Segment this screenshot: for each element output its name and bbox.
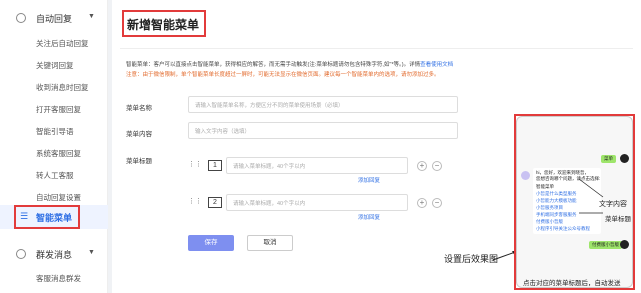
remove-row-button[interactable]: − bbox=[432, 198, 442, 208]
menu-content-label: 菜单内容 bbox=[126, 131, 152, 138]
sidebar-item[interactable]: 关注后自动回复 bbox=[36, 38, 89, 49]
auto-reply-icon bbox=[16, 13, 26, 23]
demo-caption: 设置后效果图 bbox=[444, 254, 499, 264]
main-panel: 新增智能菜单 智能菜单：客户可以直接点击智能菜单，获得相应的解答，而无需手动触发… bbox=[112, 0, 641, 293]
sidebar-item[interactable]: 打开客服回复 bbox=[36, 104, 81, 115]
menu-title-input[interactable]: 请输入菜单标题，40个字以内 bbox=[226, 157, 408, 174]
menu-title-label: 菜单标题 bbox=[126, 158, 152, 165]
add-row-button[interactable]: + bbox=[417, 161, 427, 171]
row-number: 2 bbox=[208, 197, 222, 208]
highlight-box-sidebar bbox=[14, 205, 80, 229]
save-button[interactable]: 保存 bbox=[188, 235, 234, 251]
row-number: 1 bbox=[208, 160, 222, 171]
add-reply-link[interactable]: 添加回复 bbox=[358, 213, 380, 221]
sidebar-item[interactable]: 自动回复设置 bbox=[36, 192, 81, 203]
divider bbox=[120, 48, 633, 49]
add-reply-link[interactable]: 添加回复 bbox=[358, 176, 380, 184]
usage-note: 智能菜单：客户可以直接点击智能菜单，获得相应的解答，而无需手动触发(注:菜单标题… bbox=[126, 62, 454, 68]
sidebar-group-auto-reply[interactable]: 自动回复 ▼ bbox=[0, 8, 108, 28]
sidebar: 自动回复 ▼ 关注后自动回复 关键词回复 收到消息时回复 打开客服回复 智能引导… bbox=[0, 0, 108, 293]
drag-handle-icon[interactable]: ⋮⋮ bbox=[188, 160, 202, 168]
chevron-down-icon: ▼ bbox=[88, 249, 95, 256]
highlight-box-title bbox=[122, 10, 206, 37]
menu-name-input[interactable]: 请输入智能菜单名称，方便区分不同的菜单使用场景（必填） bbox=[188, 96, 458, 113]
chevron-down-icon: ▼ bbox=[88, 13, 95, 20]
drag-handle-icon[interactable]: ⋮⋮ bbox=[188, 197, 202, 205]
menu-title-input[interactable]: 请输入菜单标题，40个字以内 bbox=[226, 194, 408, 211]
warning-note: 注意：由于微信限制，单个智能菜单长度超过一屏时，可能无法显示在微信页面。建议每一… bbox=[126, 72, 440, 78]
menu-name-label: 菜单名称 bbox=[126, 105, 152, 112]
sidebar-item[interactable]: 转人工客服 bbox=[36, 170, 74, 181]
sidebar-group-broadcast[interactable]: 群发消息 ▼ bbox=[0, 244, 108, 264]
sidebar-item[interactable]: 系统客服回复 bbox=[36, 148, 81, 159]
sidebar-item[interactable]: 关键词回复 bbox=[36, 60, 74, 71]
sidebar-item[interactable]: 收到消息时回复 bbox=[36, 82, 89, 93]
remove-row-button[interactable]: − bbox=[432, 161, 442, 171]
cancel-button[interactable]: 取消 bbox=[247, 235, 293, 251]
sidebar-item[interactable]: 智能引导语 bbox=[36, 126, 74, 137]
menu-content-input[interactable]: 输入文字内容（选填） bbox=[188, 122, 458, 139]
highlight-box-demo bbox=[514, 114, 635, 290]
broadcast-icon bbox=[16, 249, 26, 259]
sidebar-item[interactable]: 客服消息群发 bbox=[36, 273, 81, 284]
add-row-button[interactable]: + bbox=[417, 198, 427, 208]
docs-link[interactable]: 查看使用文档 bbox=[420, 62, 453, 68]
